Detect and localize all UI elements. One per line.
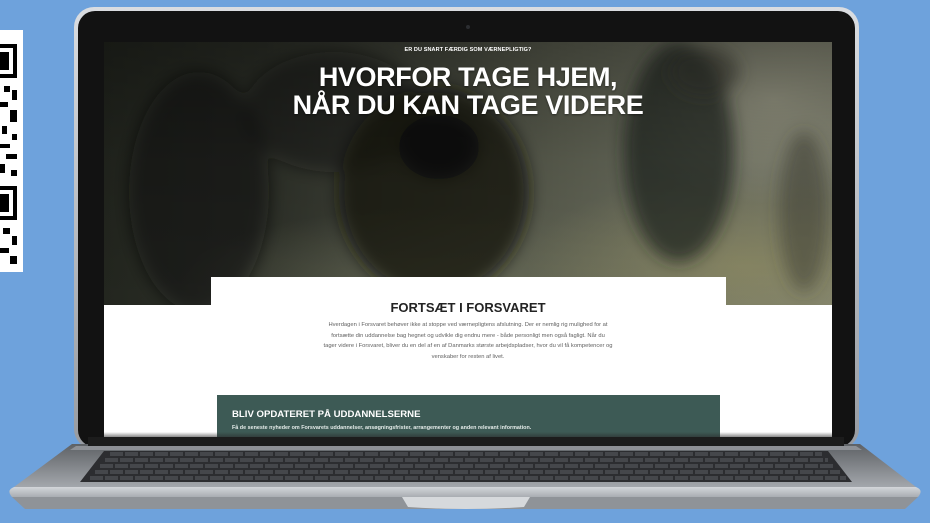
intro-paragraph-line: tager videre i Forsvaret, bliver du en d… bbox=[323, 343, 613, 350]
page-background: ER DU SNART FÆRDIG SOM VÆRNEPLIGTIG? HVO… bbox=[0, 0, 930, 523]
deck-highlight bbox=[70, 446, 862, 450]
hero-kicker: ER DU SNART FÆRDIG SOM VÆRNEPLIGTIG? bbox=[404, 47, 532, 53]
intro-paragraph-line: fortsætte din uddannelse bag hegnet og u… bbox=[331, 332, 605, 339]
laptop-screen: ER DU SNART FÆRDIG SOM VÆRNEPLIGTIG? HVO… bbox=[104, 42, 832, 437]
intro-heading: FORTSÆT I FORSVARET bbox=[390, 299, 546, 315]
newsletter-description: Få de seneste nyheder om Forsvarets udda… bbox=[232, 424, 532, 431]
newsletter-banner: BLIV OPDATERET PÅ UDDANNELSERNE Få de se… bbox=[217, 395, 720, 437]
hero-photo: ER DU SNART FÆRDIG SOM VÆRNEPLIGTIG? HVO… bbox=[104, 42, 832, 305]
laptop-front-lip bbox=[9, 487, 921, 497]
newsletter-heading: BLIV OPDATERET PÅ UDDANNELSERNE bbox=[232, 409, 421, 420]
hero-title: HVORFOR TAGE HJEM, NÅR DU KAN TAGE VIDER… bbox=[104, 63, 832, 119]
webcam-icon bbox=[466, 25, 470, 29]
hero-title-line: HVORFOR TAGE HJEM, bbox=[318, 62, 618, 92]
laptop-hinge bbox=[88, 437, 844, 446]
laptop-notch bbox=[402, 497, 530, 509]
intro-paragraph-line: venskaber for resten af livet. bbox=[431, 353, 505, 360]
hero-title-line: NÅR DU KAN TAGE VIDERE bbox=[292, 90, 644, 120]
intro-paragraph: Hverdagen i Forsvaret behøver ikke at st… bbox=[104, 320, 832, 362]
screen-edge-shadow bbox=[104, 432, 832, 437]
intro-paragraph-line: Hverdagen i Forsvaret behøver ikke at st… bbox=[328, 322, 608, 328]
